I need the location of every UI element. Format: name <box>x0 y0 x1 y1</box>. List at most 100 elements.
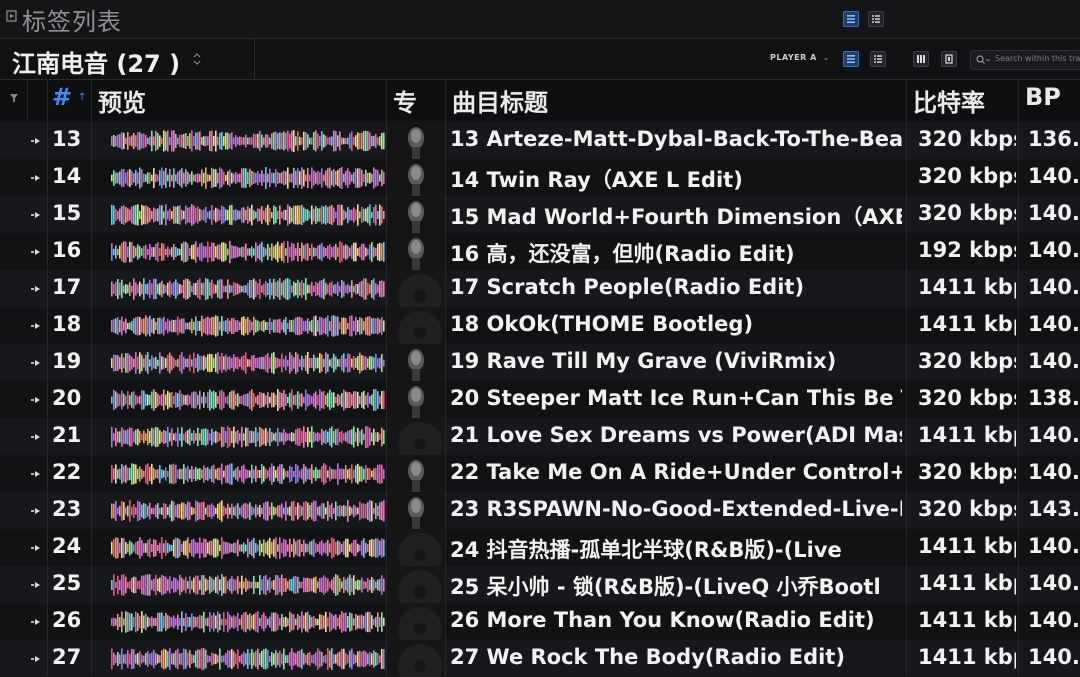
playlist-selector-icon[interactable] <box>192 52 202 66</box>
track-title: 18 OkOk(THOME Bootleg) <box>450 312 754 336</box>
column-view-button[interactable] <box>913 51 929 67</box>
waveform-preview[interactable] <box>111 536 385 560</box>
cue-marker-icon[interactable] <box>31 323 41 329</box>
waveform-preview[interactable] <box>111 203 385 227</box>
cue-marker-icon[interactable] <box>31 212 41 218</box>
detail-view-button[interactable] <box>868 11 884 27</box>
cue-marker-icon[interactable] <box>31 619 41 625</box>
table-row[interactable]: 14 14 Twin Ray（AXE L Edit) 320 kbps 140.0 <box>0 159 1080 196</box>
cue-marker-icon[interactable] <box>31 138 41 144</box>
playlist-name: 江南电音 (27 ) <box>12 50 181 78</box>
player-selector[interactable]: PLAYER A ⌄ <box>770 53 830 62</box>
list-view-button-2[interactable] <box>843 51 859 67</box>
track-bitrate: 320 kbps <box>918 201 1016 225</box>
table-row[interactable]: 27 27 We Rock The Body(Radio Edit) 1411 kb… <box>0 640 1080 677</box>
track-title: 19 Rave Till My Grave (ViviRmix) <box>450 349 837 373</box>
column-cue[interactable] <box>28 80 48 120</box>
single-view-button[interactable] <box>941 51 957 67</box>
waveform-preview[interactable] <box>111 314 385 338</box>
waveform-preview[interactable] <box>111 277 385 301</box>
columns-icon <box>917 55 925 63</box>
track-bitrate: 1411 kbp <box>918 312 1016 336</box>
track-number: 25 <box>52 571 82 595</box>
cue-marker-icon[interactable] <box>31 656 41 662</box>
waveform-preview[interactable] <box>111 129 385 153</box>
waveform-preview[interactable] <box>111 388 385 412</box>
track-bpm: 140.0 <box>1028 201 1080 225</box>
column-header-preview[interactable]: 预览 <box>92 80 387 120</box>
column-header-number[interactable]: # ↑ <box>48 80 92 120</box>
cue-marker-icon[interactable] <box>31 286 41 292</box>
track-number: 21 <box>52 423 82 447</box>
divider <box>91 80 92 675</box>
table-row[interactable]: 23 23 R3SPAWN-No-Good-Extended-Live-E 320 … <box>0 492 1080 529</box>
cue-marker-icon[interactable] <box>31 471 41 477</box>
column-filter[interactable] <box>0 80 28 120</box>
track-bitrate: 320 kbps <box>918 460 1016 484</box>
waveform-preview[interactable] <box>111 647 385 671</box>
column-header-album[interactable]: 专 <box>387 80 446 120</box>
track-bpm: 140.0 <box>1028 534 1080 558</box>
detail-list-icon <box>874 55 882 63</box>
table-row[interactable]: 19 19 Rave Till My Grave (ViviRmix) 320 kb… <box>0 344 1080 381</box>
track-bpm: 136.0 <box>1028 127 1080 151</box>
waveform-preview[interactable] <box>111 499 385 523</box>
track-bpm: 140.0 <box>1028 571 1080 595</box>
waveform-preview[interactable] <box>111 610 385 634</box>
table-row[interactable]: 15 15 Mad World+Fourth Dimension（AXE L 320… <box>0 196 1080 233</box>
search-icon <box>976 55 990 64</box>
table-row[interactable]: 13 13 Arteze-Matt-Dybal-Back-To-The-Beat-… <box>0 122 1080 159</box>
table-row[interactable]: 20 20 Steeper Matt Ice Run+Can This Be Th… <box>0 381 1080 418</box>
column-header-bpm[interactable]: BP <box>1019 80 1080 120</box>
cue-marker-icon[interactable] <box>31 360 41 366</box>
list-view-icon <box>847 55 855 63</box>
track-title: 17 Scratch People(Radio Edit) <box>450 275 805 299</box>
track-bpm: 143.0 <box>1028 497 1080 521</box>
cue-marker-icon[interactable] <box>31 175 41 181</box>
table-row[interactable]: 22 22 Take Me On A Ride+Under Control+M 32… <box>0 455 1080 492</box>
album-art <box>388 344 444 381</box>
album-art-placeholder-icon <box>388 418 444 455</box>
waveform-preview[interactable] <box>111 351 385 375</box>
album-art <box>388 492 444 529</box>
track-number: 24 <box>52 534 82 558</box>
album-art <box>388 381 444 418</box>
column-header-bitrate[interactable]: 比特率 <box>907 80 1019 120</box>
panel-toggle-icon[interactable] <box>6 10 18 22</box>
table-row[interactable]: 21 21 Love Sex Dreams vs Power(ADI Mash 14… <box>0 418 1080 455</box>
album-art <box>388 233 444 270</box>
cue-marker-icon[interactable] <box>31 582 41 588</box>
track-bitrate: 1411 kbp <box>918 534 1016 558</box>
waveform-preview[interactable] <box>111 166 385 190</box>
detail-view-button-2[interactable] <box>870 51 886 67</box>
cue-marker-icon[interactable] <box>31 397 41 403</box>
track-number: 22 <box>52 460 82 484</box>
waveform-preview[interactable] <box>111 240 385 264</box>
waveform-preview[interactable] <box>111 462 385 486</box>
table-row[interactable]: 17 17 Scratch People(Radio Edit) 1411 kbp 1… <box>0 270 1080 307</box>
track-bpm: 138.0 <box>1028 386 1080 410</box>
column-bpm-label: BP <box>1025 83 1061 111</box>
table-row[interactable]: 26 26 More Than You Know(Radio Edit) 1411 … <box>0 603 1080 640</box>
column-album-label: 专 <box>393 89 417 117</box>
track-bpm: 140.0 <box>1028 312 1080 336</box>
track-title: 15 Mad World+Fourth Dimension（AXE L <box>450 205 902 229</box>
table-row[interactable]: 25 25 呆小帅 - 锁(R&B版)-(LiveQ 小乔Bootl 1411 kb… <box>0 566 1080 603</box>
list-view-button[interactable] <box>843 11 859 27</box>
table-row[interactable]: 24 24 抖音热播-孤单北半球(R&B版)-(Live 1411 kbp 140.0 <box>0 529 1080 566</box>
cue-marker-icon[interactable] <box>31 249 41 255</box>
column-header-title[interactable]: 曲目标题 <box>446 80 907 120</box>
sort-ascending-icon: ↑ <box>78 92 87 103</box>
cue-marker-icon[interactable] <box>31 508 41 514</box>
column-number-label: # <box>52 83 73 111</box>
cue-marker-icon[interactable] <box>31 545 41 551</box>
cue-marker-icon[interactable] <box>31 434 41 440</box>
search-input[interactable]: Search within this tra <box>970 50 1080 70</box>
track-bitrate: 1411 kbp <box>918 608 1016 632</box>
waveform-preview[interactable] <box>111 425 385 449</box>
track-number: 20 <box>52 386 82 410</box>
waveform-preview[interactable] <box>111 573 385 597</box>
track-bitrate: 192 kbps <box>918 238 1016 262</box>
table-row[interactable]: 16 16 高，还没富，但帅(Radio Edit) 192 kbps 140.0 <box>0 233 1080 270</box>
table-row[interactable]: 18 18 OkOk(THOME Bootleg) 1411 kbp 140.0 <box>0 307 1080 344</box>
